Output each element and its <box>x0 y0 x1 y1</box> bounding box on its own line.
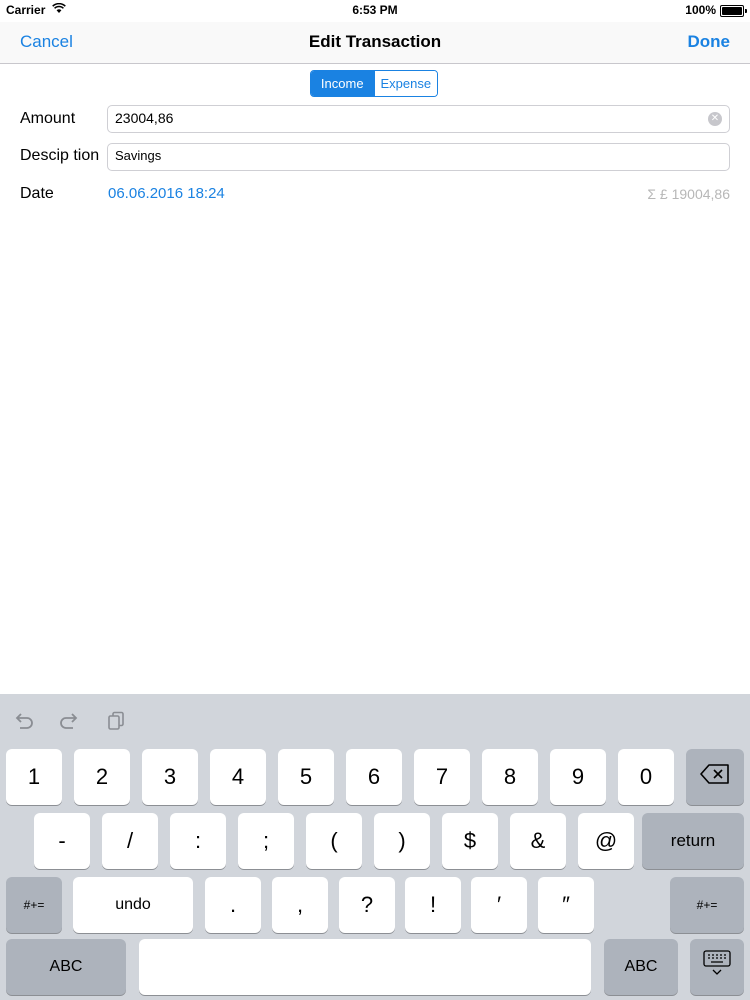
key-8[interactable]: 8 <box>482 749 538 805</box>
key-colon[interactable]: : <box>170 813 226 869</box>
keyboard-dismiss-icon <box>702 950 732 984</box>
key-close-paren[interactable]: ) <box>374 813 430 869</box>
key-7[interactable]: 7 <box>414 749 470 805</box>
undo-arrow-icon[interactable] <box>12 709 36 733</box>
symbols-key-left[interactable]: #+= <box>6 877 62 933</box>
amount-label: Amount <box>20 110 76 127</box>
segment-expense[interactable]: Expense <box>373 71 437 96</box>
keyboard: 1 2 3 4 5 6 7 8 9 0 - / : ; ( ) $ & @ re… <box>0 694 750 1000</box>
key-comma[interactable]: , <box>272 877 328 933</box>
total-balance: Σ £ 19004,86 <box>647 186 730 202</box>
description-input[interactable] <box>115 148 705 163</box>
space-key[interactable] <box>139 939 591 995</box>
key-4[interactable]: 4 <box>210 749 266 805</box>
page-title: Edit Transaction <box>308 32 442 51</box>
key-ampersand[interactable]: & <box>510 813 566 869</box>
undo-key[interactable]: undo <box>73 877 193 933</box>
battery-icon <box>720 5 747 17</box>
key-period[interactable]: . <box>205 877 261 933</box>
description-field-container <box>107 143 730 171</box>
key-exclamation[interactable]: ! <box>405 877 461 933</box>
clock: 6:53 PM <box>352 3 398 17</box>
amount-field-container: ✕ <box>107 105 730 133</box>
date-value[interactable]: 06.06.2016 18:24 <box>108 185 225 202</box>
symbols-key-right[interactable]: #+= <box>670 877 744 933</box>
key-6[interactable]: 6 <box>346 749 402 805</box>
return-key[interactable]: return <box>642 813 744 869</box>
description-label: Descip tion <box>20 147 100 164</box>
type-segmented-control: Income Expense <box>310 70 438 97</box>
key-slash[interactable]: / <box>102 813 158 869</box>
status-bar: Carrier 6:53 PM 100% <box>0 0 750 22</box>
key-at[interactable]: @ <box>578 813 634 869</box>
abc-key-right[interactable]: ABC <box>604 939 678 995</box>
key-5[interactable]: 5 <box>278 749 334 805</box>
date-label: Date <box>20 185 54 202</box>
key-prime[interactable]: ′ <box>471 877 527 933</box>
navigation-bar: Cancel Edit Transaction Done <box>0 22 750 64</box>
battery-percent: 100% <box>685 3 716 17</box>
key-double-prime[interactable]: ″ <box>538 877 594 933</box>
paste-icon[interactable] <box>104 709 128 733</box>
key-1[interactable]: 1 <box>6 749 62 805</box>
key-2[interactable]: 2 <box>74 749 130 805</box>
clear-icon[interactable]: ✕ <box>708 112 722 126</box>
redo-arrow-icon[interactable] <box>57 709 81 733</box>
key-open-paren[interactable]: ( <box>306 813 362 869</box>
delete-key[interactable] <box>686 749 744 805</box>
done-button[interactable]: Done <box>688 32 731 52</box>
key-minus[interactable]: - <box>34 813 90 869</box>
key-semicolon[interactable]: ; <box>238 813 294 869</box>
delete-icon <box>700 764 730 790</box>
segment-income[interactable]: Income <box>311 71 374 96</box>
key-9[interactable]: 9 <box>550 749 606 805</box>
keyboard-dismiss-key[interactable] <box>690 939 744 995</box>
key-0[interactable]: 0 <box>618 749 674 805</box>
key-dollar[interactable]: $ <box>442 813 498 869</box>
key-question[interactable]: ? <box>339 877 395 933</box>
key-3[interactable]: 3 <box>142 749 198 805</box>
abc-key-left[interactable]: ABC <box>6 939 126 995</box>
amount-input[interactable] <box>115 110 705 126</box>
